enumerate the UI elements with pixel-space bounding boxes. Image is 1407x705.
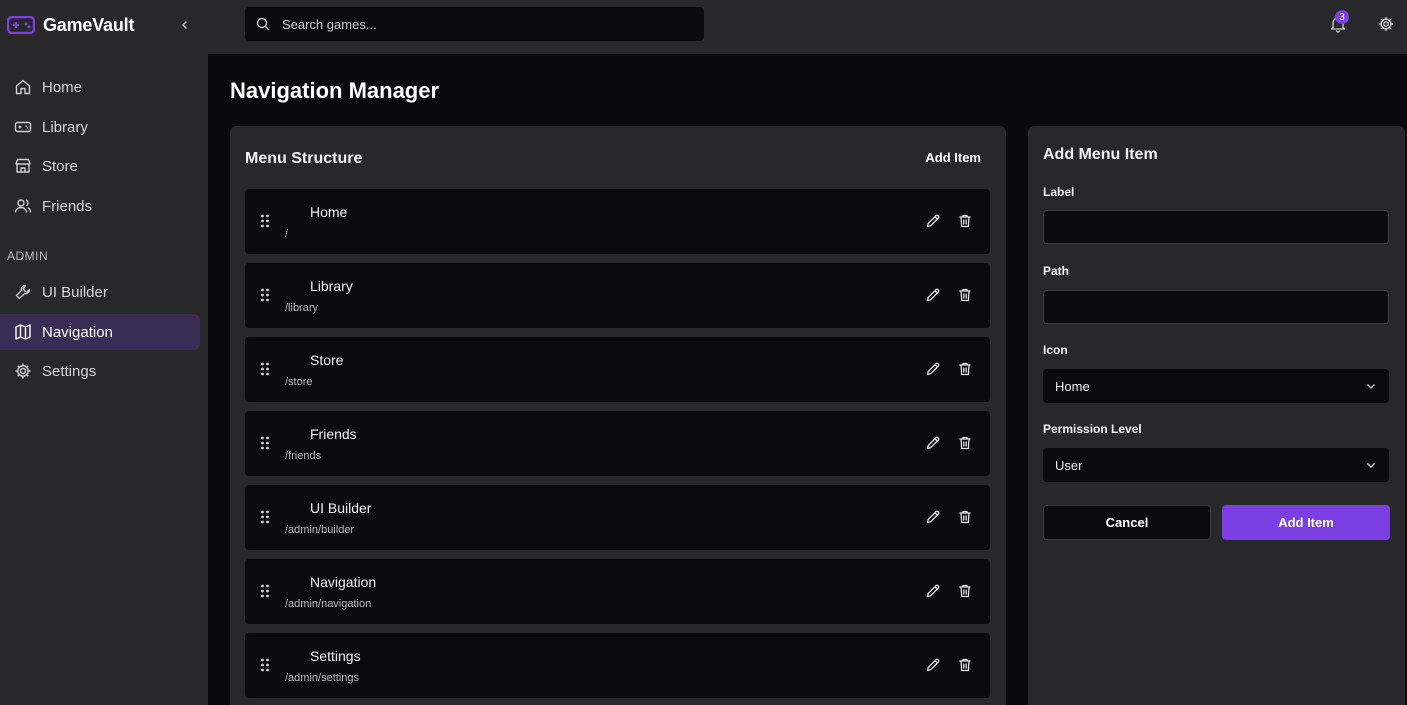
pencil-icon[interactable] <box>925 583 941 599</box>
gamepad-icon <box>14 118 32 136</box>
pencil-icon[interactable] <box>925 287 941 303</box>
form-title: Add Menu Item <box>1043 146 1158 163</box>
page-title: Navigation Manager <box>230 78 440 103</box>
menu-row[interactable]: Settings /admin/settings <box>245 633 990 698</box>
drag-handle-icon[interactable] <box>260 509 270 525</box>
sidebar-item-label: Library <box>42 118 88 136</box>
brand[interactable]: GameVault <box>7 14 201 36</box>
trash-icon[interactable] <box>957 657 973 673</box>
menu-row-path: /admin/settings <box>285 672 359 684</box>
menu-row-label: Friends <box>310 426 357 442</box>
menu-row-label: Store <box>310 352 344 368</box>
drag-handle-icon[interactable] <box>260 361 270 377</box>
menu-structure-title: Menu Structure <box>245 150 363 167</box>
menu-row-label: Library <box>310 278 353 294</box>
top-bar: 3 <box>208 0 1407 54</box>
sidebar-item-label: Friends <box>42 197 93 215</box>
menu-row-path: /friends <box>285 450 322 462</box>
sidebar-item-ui-builder[interactable]: UI Builder <box>0 274 200 310</box>
icon-select[interactable]: Home <box>1043 369 1389 403</box>
add-item-button[interactable]: Add Item <box>1222 505 1390 540</box>
path-input[interactable] <box>1043 290 1389 324</box>
sidebar-item-label: Home <box>42 78 83 96</box>
sidebar-item-label: Store <box>42 157 78 175</box>
brand-title: GameVault <box>43 14 135 35</box>
menu-structure-panel: Menu Structure Add Item Home / Library /… <box>230 126 1006 705</box>
admin-section-label: ADMIN <box>7 249 49 263</box>
search-icon <box>256 16 272 32</box>
notification-badge: 3 <box>1335 10 1349 24</box>
trash-icon[interactable] <box>957 509 973 525</box>
sidebar-item-label: Settings <box>42 362 97 380</box>
trash-icon[interactable] <box>957 213 973 229</box>
pencil-icon[interactable] <box>925 361 941 377</box>
sidebar-item-settings[interactable]: Settings <box>0 353 200 389</box>
pencil-icon[interactable] <box>925 509 941 525</box>
sidebar-item-home[interactable]: Home <box>0 69 200 105</box>
drag-handle-icon[interactable] <box>260 287 270 303</box>
menu-row[interactable]: Home / <box>245 189 990 254</box>
sidebar-item-label: UI Builder <box>42 283 108 301</box>
drag-handle-icon[interactable] <box>260 583 270 599</box>
add-item-link[interactable]: Add Item <box>925 150 981 165</box>
label-input[interactable] <box>1043 210 1389 244</box>
gear-icon <box>14 362 32 380</box>
menu-row-label: Home <box>310 204 348 220</box>
add-menu-item-panel: Add Menu Item Label Path Icon Home Permi… <box>1028 126 1405 705</box>
trash-icon[interactable] <box>957 361 973 377</box>
sidebar-item-navigation[interactable]: Navigation <box>0 314 200 350</box>
trash-icon[interactable] <box>957 435 973 451</box>
chevron-left-icon[interactable] <box>175 15 195 35</box>
menu-row[interactable]: Library /library <box>245 263 990 328</box>
icon-select-value: Home <box>1055 378 1090 394</box>
sidebar: GameVault Home Library Store Friends ADM… <box>0 0 208 705</box>
permission-field-label: Permission Level <box>1043 422 1142 436</box>
permission-select[interactable]: User <box>1043 448 1389 482</box>
menu-row-path: /admin/builder <box>285 524 355 536</box>
chevron-down-icon <box>1365 380 1377 392</box>
menu-row-label: Navigation <box>310 574 377 590</box>
map-icon <box>14 323 32 341</box>
wrench-icon <box>14 283 32 301</box>
drag-handle-icon[interactable] <box>260 435 270 451</box>
trash-icon[interactable] <box>957 583 973 599</box>
menu-row-label: Settings <box>310 648 361 664</box>
pencil-icon[interactable] <box>925 657 941 673</box>
cancel-button[interactable]: Cancel <box>1043 505 1211 540</box>
menu-row-label: UI Builder <box>310 500 372 516</box>
users-icon <box>14 197 32 215</box>
menu-row[interactable]: Friends /friends <box>245 411 990 476</box>
gamepad-icon <box>7 15 35 35</box>
sidebar-item-library[interactable]: Library <box>0 109 200 145</box>
label-field-label: Label <box>1043 185 1075 199</box>
menu-row[interactable]: UI Builder /admin/builder <box>245 485 990 550</box>
menu-row-path: /library <box>285 302 319 314</box>
menu-row-path: /store <box>285 376 313 388</box>
permission-select-value: User <box>1055 457 1083 473</box>
pencil-icon[interactable] <box>925 213 941 229</box>
search-box[interactable] <box>245 7 704 41</box>
sidebar-item-friends[interactable]: Friends <box>0 188 200 224</box>
menu-row-path: /admin/navigation <box>285 598 372 610</box>
drag-handle-icon[interactable] <box>260 213 270 229</box>
sidebar-item-label: Navigation <box>42 323 113 341</box>
menu-row[interactable]: Store /store <box>245 337 990 402</box>
home-icon <box>14 78 32 96</box>
sidebar-item-store[interactable]: Store <box>0 148 200 184</box>
drag-handle-icon[interactable] <box>260 657 270 673</box>
trash-icon[interactable] <box>957 287 973 303</box>
settings-gear-icon[interactable] <box>1378 16 1394 32</box>
icon-field-label: Icon <box>1043 343 1068 357</box>
path-field-label: Path <box>1043 264 1070 278</box>
pencil-icon[interactable] <box>925 435 941 451</box>
menu-row-path: / <box>285 228 289 240</box>
chevron-down-icon <box>1365 459 1377 471</box>
menu-row[interactable]: Navigation /admin/navigation <box>245 559 990 624</box>
store-icon <box>14 157 32 175</box>
search-input[interactable] <box>282 16 682 32</box>
